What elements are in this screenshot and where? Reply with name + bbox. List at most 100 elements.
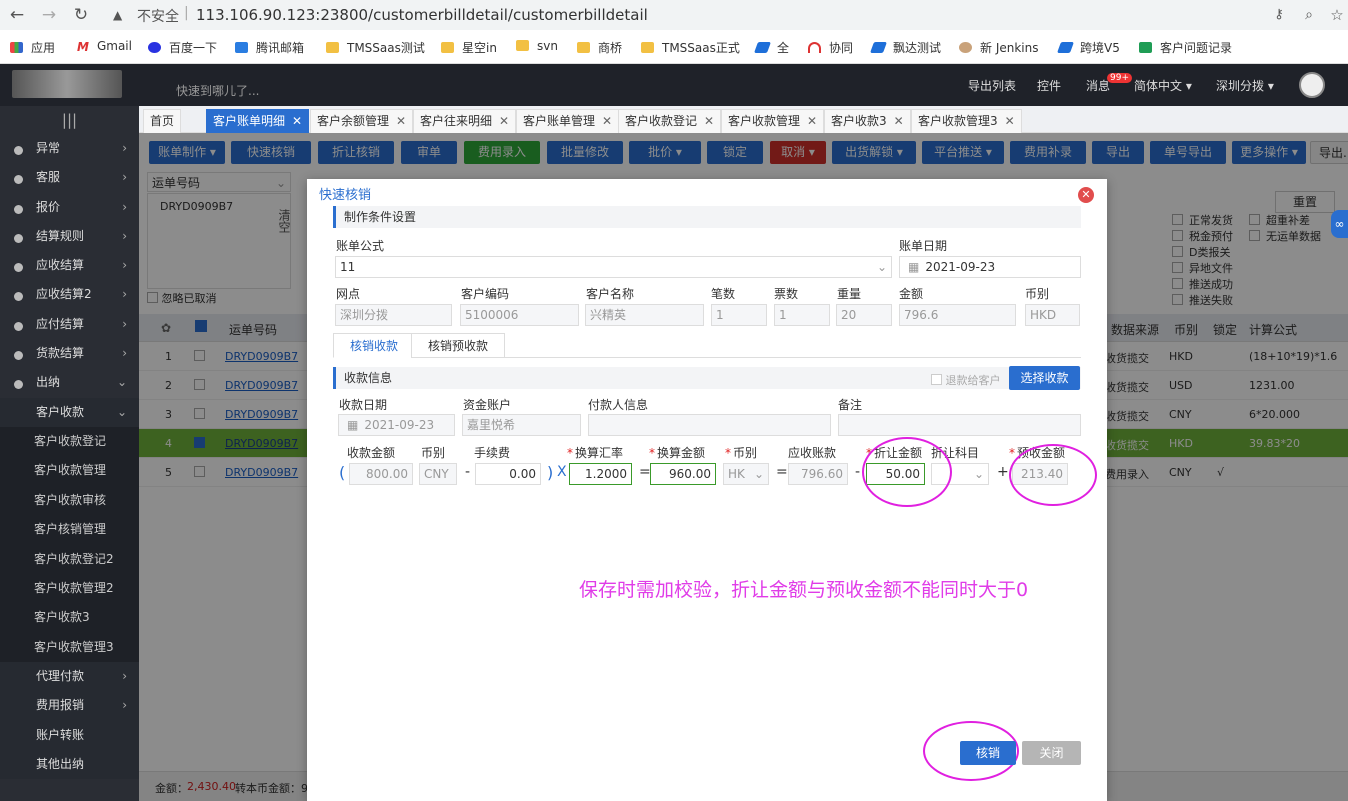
tab-1[interactable]: 客户账单明细 ✕: [206, 109, 310, 133]
avatar[interactable]: [1299, 72, 1325, 98]
back-icon[interactable]: ←: [6, 4, 28, 26]
bookmark-jenkins[interactable]: 新 Jenkins: [959, 39, 1038, 56]
sidebar-item[interactable]: 客服 ›: [0, 163, 139, 192]
reload-icon[interactable]: ↻: [70, 4, 92, 26]
select-receipt-button[interactable]: 选择收款: [1009, 366, 1080, 390]
bookmark-svn[interactable]: svn: [516, 39, 558, 53]
currency-input[interactable]: CNY: [419, 463, 457, 485]
close-icon[interactable]: ✕: [396, 114, 406, 128]
sidebar-item[interactable]: 其他出纳: [0, 749, 139, 780]
bookmark-tmssaas-prod[interactable]: TMSSaas正式: [641, 39, 740, 56]
info-field[interactable]: HKD: [1025, 304, 1080, 326]
close-icon[interactable]: ✕: [602, 114, 612, 128]
url-text[interactable]: 113.106.90.123:23800/customerbilldetail/…: [196, 6, 648, 24]
info-field[interactable]: 20: [836, 304, 892, 326]
language-select[interactable]: 简体中文 ▾: [1134, 77, 1192, 94]
refund-to-customer-checkbox[interactable]: 退款给客户: [931, 372, 1001, 388]
currency2-select[interactable]: HK ⌄: [723, 463, 769, 485]
sidebar-group-customer-receipt[interactable]: 客户收款 ⌄: [0, 397, 139, 427]
close-icon[interactable]: ✕: [807, 114, 817, 128]
close-icon[interactable]: ✕: [704, 114, 714, 128]
bill-formula-select[interactable]: 11 ⌄: [335, 256, 892, 278]
bookmark-baidu[interactable]: 百度一下: [148, 39, 217, 56]
bookmark-kuajing[interactable]: 跨境V5: [1056, 39, 1120, 56]
sidebar-subitem[interactable]: 客户收款3: [0, 603, 139, 633]
quick-goto-input[interactable]: 快速到哪儿了...: [176, 82, 259, 99]
sidebar-item[interactable]: 应收结算2 ›: [0, 280, 139, 309]
info-field[interactable]: 兴精英: [585, 304, 704, 326]
close-button[interactable]: 关闭: [1022, 741, 1081, 765]
remark-input[interactable]: [838, 414, 1081, 436]
sidebar-item[interactable]: 结算规则 ›: [0, 222, 139, 251]
close-icon[interactable]: ✕: [1078, 187, 1094, 203]
export-list-link[interactable]: 导出列表: [968, 77, 1016, 94]
close-icon[interactable]: ✕: [499, 114, 509, 128]
sidebar-item[interactable]: 异常 ›: [0, 134, 139, 163]
info-field[interactable]: 1: [774, 304, 830, 326]
bookmark-shangqiao[interactable]: 商桥: [577, 39, 622, 56]
sidebar-item[interactable]: 代理付款 ›: [0, 662, 139, 692]
close-icon[interactable]: ✕: [292, 114, 302, 128]
close-icon[interactable]: ✕: [1005, 114, 1015, 128]
sidebar-subitem[interactable]: 客户收款登记2: [0, 544, 139, 574]
sidebar-subitem[interactable]: 客户收款管理3: [0, 632, 139, 663]
info-field[interactable]: 796.6: [899, 304, 1016, 326]
converted-input[interactable]: 960.00: [650, 463, 716, 485]
sidebar-item[interactable]: 报价 ›: [0, 193, 139, 222]
payer-input[interactable]: [588, 414, 831, 436]
tab-7[interactable]: 客户收款3 ✕: [824, 109, 911, 133]
tab-writeoff-receipt[interactable]: 核销收款: [333, 333, 416, 358]
rate-input[interactable]: 1.2000: [569, 463, 632, 485]
tab-2[interactable]: 客户余额管理 ✕: [310, 109, 414, 133]
account-input[interactable]: 嘉里悦希: [462, 414, 581, 436]
info-field[interactable]: 1: [711, 304, 767, 326]
jenkins-icon: [959, 42, 972, 53]
sidebar-subitem[interactable]: 客户收款登记: [0, 426, 139, 457]
confirm-writeoff-button[interactable]: 核销: [960, 741, 1016, 765]
side-float-icon[interactable]: ∞: [1331, 210, 1348, 238]
sidebar-subitem[interactable]: 客户收款管理: [0, 456, 139, 486]
sidebar-item[interactable]: 货款结算 ›: [0, 339, 139, 368]
info-field[interactable]: 深圳分拨: [335, 304, 452, 326]
key-icon[interactable]: ⚷: [1268, 4, 1290, 26]
star-icon[interactable]: ☆: [1326, 4, 1348, 26]
receipt-date-input[interactable]: ▦ 2021-09-23: [338, 414, 455, 436]
branch-select[interactable]: 深圳分拨 ▾: [1216, 77, 1274, 94]
sidebar-subitem[interactable]: 客户收款审核: [0, 485, 139, 516]
info-field[interactable]: 5100006: [460, 304, 579, 326]
chevron-down-icon: ⌄: [973, 467, 984, 481]
sidebar-item[interactable]: 账户转账: [0, 720, 139, 750]
bookmark-apps[interactable]: 应用: [10, 39, 55, 56]
tab-6[interactable]: 客户收款管理 ✕: [721, 109, 825, 133]
tab-3[interactable]: 客户往来明细 ✕: [413, 109, 517, 133]
fee-input[interactable]: 0.00: [475, 463, 541, 485]
bill-date-input[interactable]: ▦ 2021-09-23: [899, 256, 1081, 278]
close-icon[interactable]: ✕: [894, 114, 904, 128]
zoom-icon[interactable]: ⌕: [1298, 4, 1320, 26]
bookmark-tencent-mail[interactable]: 腾讯邮箱: [235, 39, 304, 56]
sidebar-item[interactable]: 费用报销 ›: [0, 691, 139, 721]
tab-5[interactable]: 客户收款登记 ✕: [618, 109, 722, 133]
bookmark-gmail[interactable]: M Gmail: [77, 39, 132, 54]
tab-writeoff-prepaid[interactable]: 核销预收款: [411, 333, 506, 358]
receipt-amount-input[interactable]: 800.00: [349, 463, 413, 485]
sidebar-item[interactable]: 应付结算 ›: [0, 310, 139, 339]
forward-icon[interactable]: →: [38, 4, 60, 26]
receivable-input[interactable]: 796.60: [788, 463, 848, 485]
sidebar-item[interactable]: 应收结算 ›: [0, 251, 139, 280]
sidebar-item[interactable]: 出纳 ⌄: [0, 368, 139, 397]
message-badge: 99+: [1107, 73, 1132, 83]
sidebar-subitem[interactable]: 客户核销管理: [0, 515, 139, 545]
tab-8[interactable]: 客户收款管理3 ✕: [911, 109, 1022, 133]
tab-0[interactable]: 首页: [143, 109, 182, 133]
controls-link[interactable]: 控件: [1037, 77, 1061, 94]
bookmark-xingkong[interactable]: 星空in: [441, 39, 497, 56]
sidebar-subitem[interactable]: 客户收款管理2: [0, 573, 139, 604]
bookmark-xietong[interactable]: 协同: [808, 39, 853, 56]
bookmark-issues[interactable]: 客户问题记录: [1139, 39, 1232, 56]
bookmark-piaoda-test[interactable]: 飘达测试: [869, 39, 941, 56]
bookmark-tmssaas-test[interactable]: TMSSaas测试: [326, 39, 425, 56]
tab-4[interactable]: 客户账单管理 ✕: [516, 109, 620, 133]
bookmark-quan[interactable]: 全: [753, 39, 789, 56]
sidebar-toggle-icon[interactable]: |||: [0, 106, 139, 134]
